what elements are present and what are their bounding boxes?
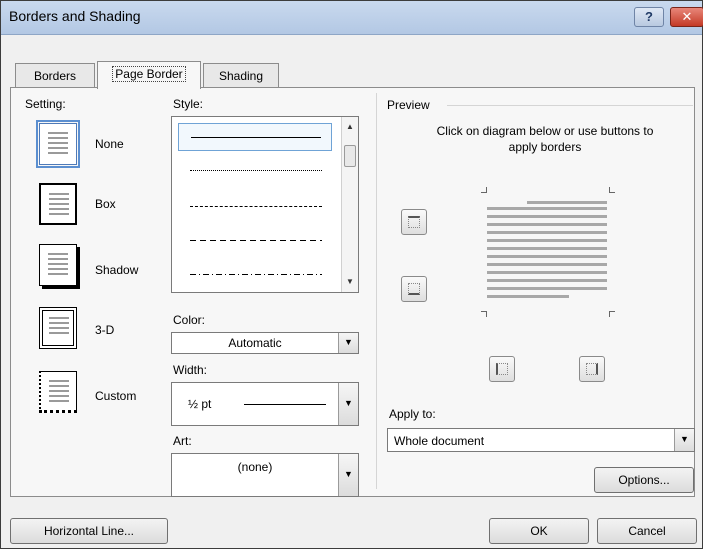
top-border-icon — [408, 216, 420, 228]
tab-borders[interactable]: Borders — [15, 63, 95, 89]
help-button[interactable]: ? — [634, 7, 664, 27]
preview-diagram[interactable] — [475, 187, 625, 327]
bottom-border-icon — [408, 283, 420, 295]
dropdown-arrow-icon[interactable]: ▼ — [338, 333, 358, 353]
horizontal-line-button[interactable]: Horizontal Line... — [10, 518, 168, 544]
apply-to-value: Whole document — [394, 434, 485, 448]
left-border-icon — [496, 363, 508, 375]
setting-custom-label[interactable]: Custom — [95, 389, 136, 403]
setting-3d-icon[interactable] — [39, 307, 77, 349]
doc-line — [487, 263, 607, 266]
width-value: ½ pt — [188, 397, 212, 411]
page-lines-icon — [49, 317, 69, 337]
style-list[interactable]: ▲ ▼ — [171, 116, 359, 293]
solid-line — [191, 137, 321, 138]
width-line-preview — [244, 404, 326, 405]
page-lines-icon — [48, 253, 68, 278]
title-bar[interactable]: Borders and Shading ? ✕ — [1, 1, 703, 35]
apply-to-label: Apply to: — [389, 407, 436, 421]
window-title: Borders and Shading — [9, 8, 141, 24]
setting-none-icon[interactable] — [36, 120, 80, 168]
setting-shadow-icon[interactable] — [39, 244, 77, 286]
style-item-solid[interactable] — [178, 123, 332, 151]
doc-line — [487, 247, 607, 250]
corner-mark — [609, 311, 615, 317]
doc-line — [487, 271, 607, 274]
setting-shadow-label[interactable]: Shadow — [95, 263, 138, 277]
close-button[interactable]: ✕ — [670, 7, 703, 27]
setting-label: Setting: — [25, 97, 66, 111]
options-button[interactable]: Options... — [594, 467, 694, 493]
ok-button[interactable]: OK — [489, 518, 589, 544]
doc-line — [487, 287, 607, 290]
page-lines-icon — [49, 380, 69, 405]
color-dropdown[interactable]: Automatic ▼ — [171, 332, 359, 354]
doc-line — [487, 295, 569, 298]
tab-page-border-label: Page Border — [112, 66, 186, 82]
preview-help-text: Click on diagram below or use buttons to… — [436, 124, 654, 154]
color-value: Automatic — [228, 336, 282, 350]
art-label: Art: — [173, 434, 192, 448]
color-label: Color: — [173, 313, 206, 327]
dotted-line — [190, 170, 322, 171]
doc-line — [487, 223, 607, 226]
style-item-dashed-small[interactable] — [178, 193, 332, 221]
doc-line — [487, 207, 607, 210]
art-value: (none) — [237, 460, 273, 474]
doc-line — [527, 201, 607, 204]
doc-line — [487, 255, 607, 258]
width-dropdown[interactable]: ½ pt ▼ — [171, 382, 359, 426]
apply-to-dropdown[interactable]: Whole document ▼ — [387, 428, 695, 452]
setting-custom-icon[interactable] — [39, 371, 77, 413]
right-border-button[interactable] — [579, 356, 605, 382]
tab-shading[interactable]: Shading — [203, 63, 279, 89]
style-label: Style: — [173, 97, 204, 111]
scroll-thumb[interactable] — [344, 145, 356, 167]
cancel-button[interactable]: Cancel — [597, 518, 697, 544]
column-divider — [376, 93, 377, 489]
left-border-button[interactable] — [489, 356, 515, 382]
corner-mark — [481, 311, 487, 317]
right-border-icon — [586, 363, 598, 375]
corner-mark — [609, 187, 615, 193]
preview-label: Preview — [387, 98, 430, 112]
bottom-border-button[interactable] — [401, 276, 427, 302]
style-item-dashed[interactable] — [178, 227, 332, 255]
setting-box-icon[interactable] — [39, 183, 77, 225]
dash-dot-line — [190, 274, 322, 275]
style-scrollbar[interactable]: ▲ ▼ — [341, 117, 358, 292]
preview-rule — [447, 105, 693, 106]
page-lines-icon — [49, 193, 69, 218]
setting-none-label[interactable]: None — [95, 137, 124, 151]
tab-borders-label: Borders — [33, 69, 77, 83]
top-border-button[interactable] — [401, 209, 427, 235]
borders-and-shading-dialog: Borders and Shading ? ✕ Borders Page Bor… — [0, 0, 703, 549]
dashed-line — [190, 240, 322, 241]
dashed-small-line — [190, 206, 322, 207]
doc-line — [487, 279, 607, 282]
page-lines-icon — [48, 132, 68, 157]
corner-mark — [481, 187, 487, 193]
art-dropdown[interactable]: (none) ▼ — [171, 453, 359, 497]
dropdown-arrow-icon[interactable]: ▼ — [674, 429, 694, 451]
tab-shading-label: Shading — [218, 69, 264, 83]
width-label: Width: — [173, 363, 208, 377]
doc-line — [487, 231, 607, 234]
style-item-dash-dot[interactable] — [178, 261, 332, 289]
doc-line — [487, 239, 607, 242]
setting-3d-label[interactable]: 3-D — [95, 323, 114, 337]
scroll-up-icon[interactable]: ▲ — [342, 119, 358, 135]
setting-box-label[interactable]: Box — [95, 197, 116, 211]
style-item-dotted[interactable] — [178, 157, 332, 185]
dropdown-arrow-icon[interactable]: ▼ — [338, 454, 358, 496]
doc-line — [487, 215, 607, 218]
scroll-down-icon[interactable]: ▼ — [342, 274, 358, 290]
dropdown-arrow-icon[interactable]: ▼ — [338, 383, 358, 425]
tab-page-border[interactable]: Page Border — [97, 61, 201, 89]
